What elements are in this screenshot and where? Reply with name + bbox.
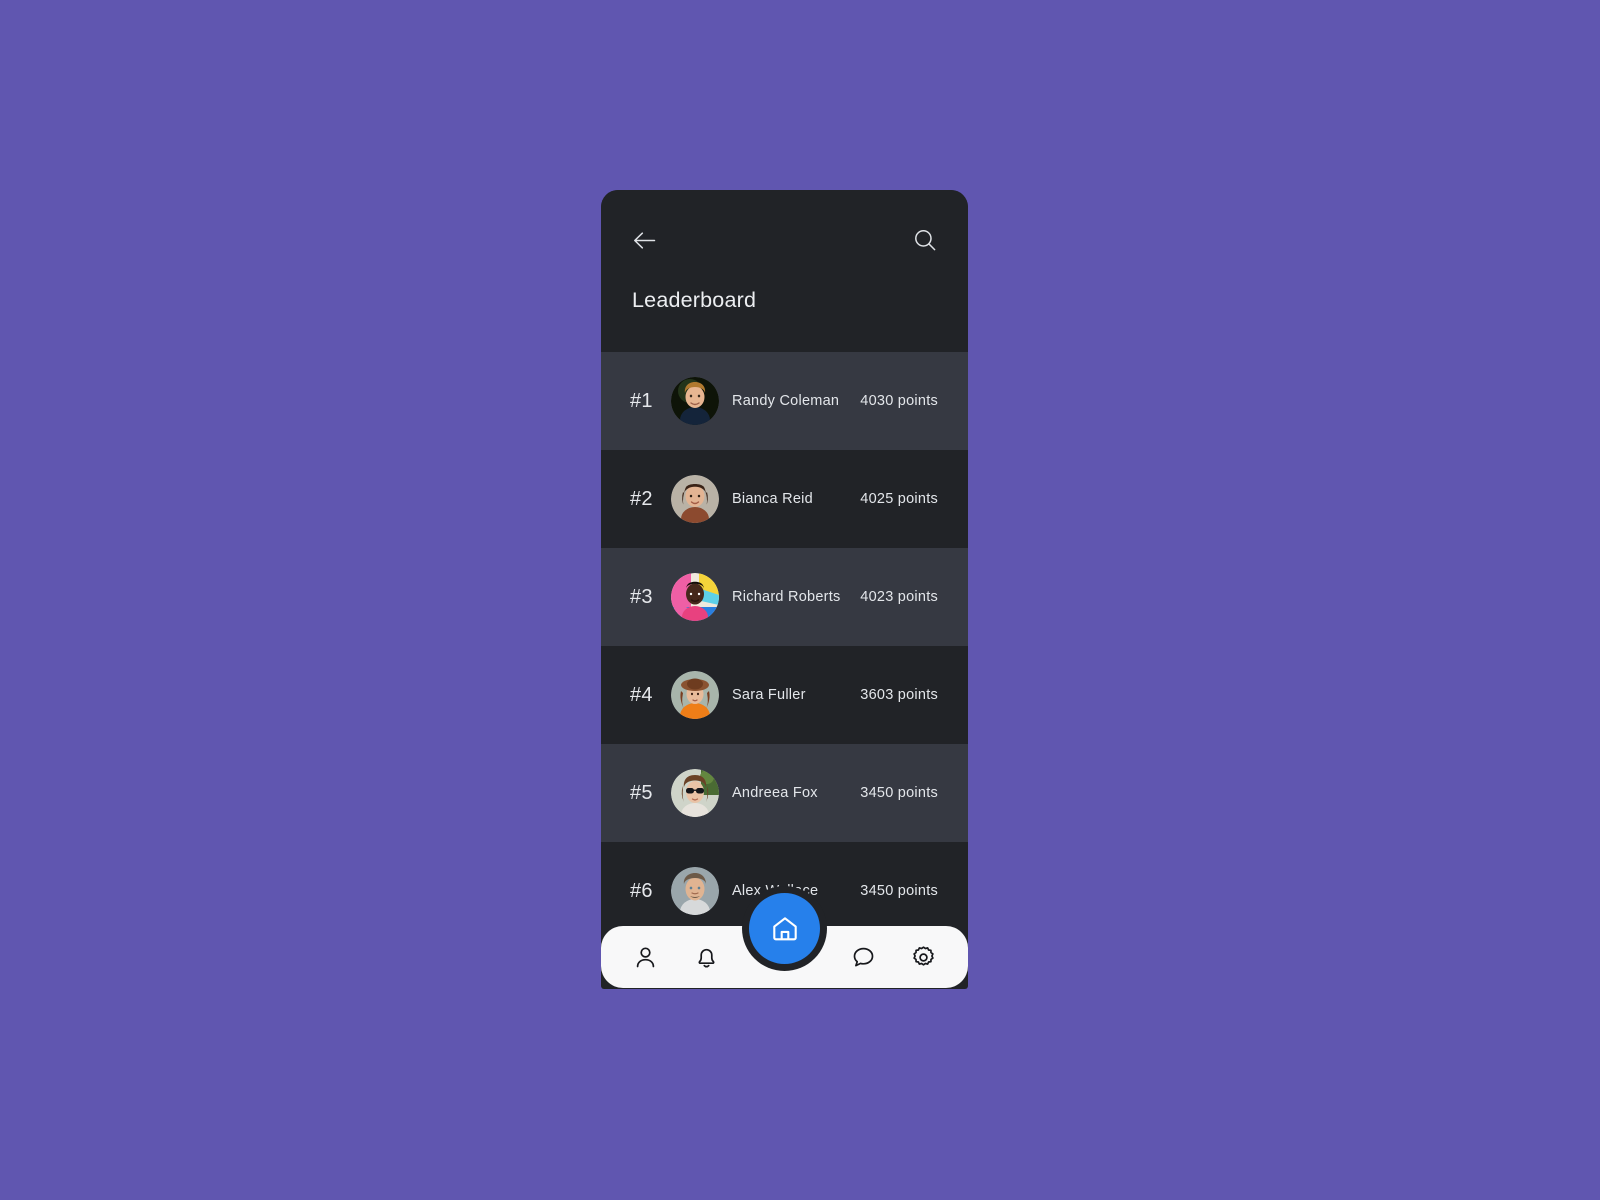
rank-label: #5 <box>630 781 653 804</box>
bell-icon <box>697 948 715 968</box>
rank-label: #2 <box>630 487 653 510</box>
nav-item-settings[interactable] <box>904 938 942 976</box>
points-label: 4023 points <box>860 589 938 605</box>
avatar <box>671 377 719 425</box>
rank-label: #4 <box>630 683 653 706</box>
avatar <box>671 769 719 817</box>
app-header: Leaderboard <box>601 190 968 352</box>
header-icon-row <box>601 225 968 255</box>
nav-item-notifications[interactable] <box>687 938 725 976</box>
table-row[interactable]: #2 Bianca Reid 4025 points <box>601 450 968 548</box>
user-name: Richard Roberts <box>732 589 841 605</box>
table-row[interactable]: #4 Sara Fuller 3603 points <box>601 646 968 744</box>
avatar <box>671 867 719 915</box>
home-icon <box>772 916 797 940</box>
rank-label: #1 <box>630 389 653 412</box>
search-icon <box>915 230 936 251</box>
arrow-left-icon <box>633 231 655 249</box>
search-button[interactable] <box>910 225 940 255</box>
avatar <box>671 671 719 719</box>
user-name: Sara Fuller <box>732 687 806 703</box>
avatar <box>671 475 719 523</box>
table-row[interactable]: #5 Andreea Fox 3450 points <box>601 744 968 842</box>
points-label: 4030 points <box>860 393 938 409</box>
phone-screen: Leaderboard #1 Randy Coleman 4030 points… <box>601 190 968 989</box>
points-label: 3450 points <box>860 785 938 801</box>
nav-item-profile[interactable] <box>626 938 664 976</box>
user-name: Andreea Fox <box>732 785 818 801</box>
user-name: Bianca Reid <box>732 491 813 507</box>
nav-item-messages[interactable] <box>844 938 882 976</box>
back-button[interactable] <box>629 225 659 255</box>
person-icon <box>636 946 654 967</box>
rank-label: #6 <box>630 879 653 902</box>
leaderboard-list: #1 Randy Coleman 4030 points #2 Bianca R… <box>601 352 968 940</box>
page-title: Leaderboard <box>632 288 757 312</box>
points-label: 4025 points <box>860 491 938 507</box>
rank-label: #3 <box>630 585 653 608</box>
user-name: Randy Coleman <box>732 393 840 409</box>
avatar <box>671 573 719 621</box>
points-label: 3450 points <box>860 883 938 899</box>
gear-icon <box>912 945 934 966</box>
table-row[interactable]: #1 Randy Coleman 4030 points <box>601 352 968 450</box>
home-fab-button[interactable] <box>749 893 820 964</box>
table-row[interactable]: #3 Richard Roberts 4023 points <box>601 548 968 646</box>
chat-icon <box>853 947 873 966</box>
points-label: 3603 points <box>860 687 938 703</box>
